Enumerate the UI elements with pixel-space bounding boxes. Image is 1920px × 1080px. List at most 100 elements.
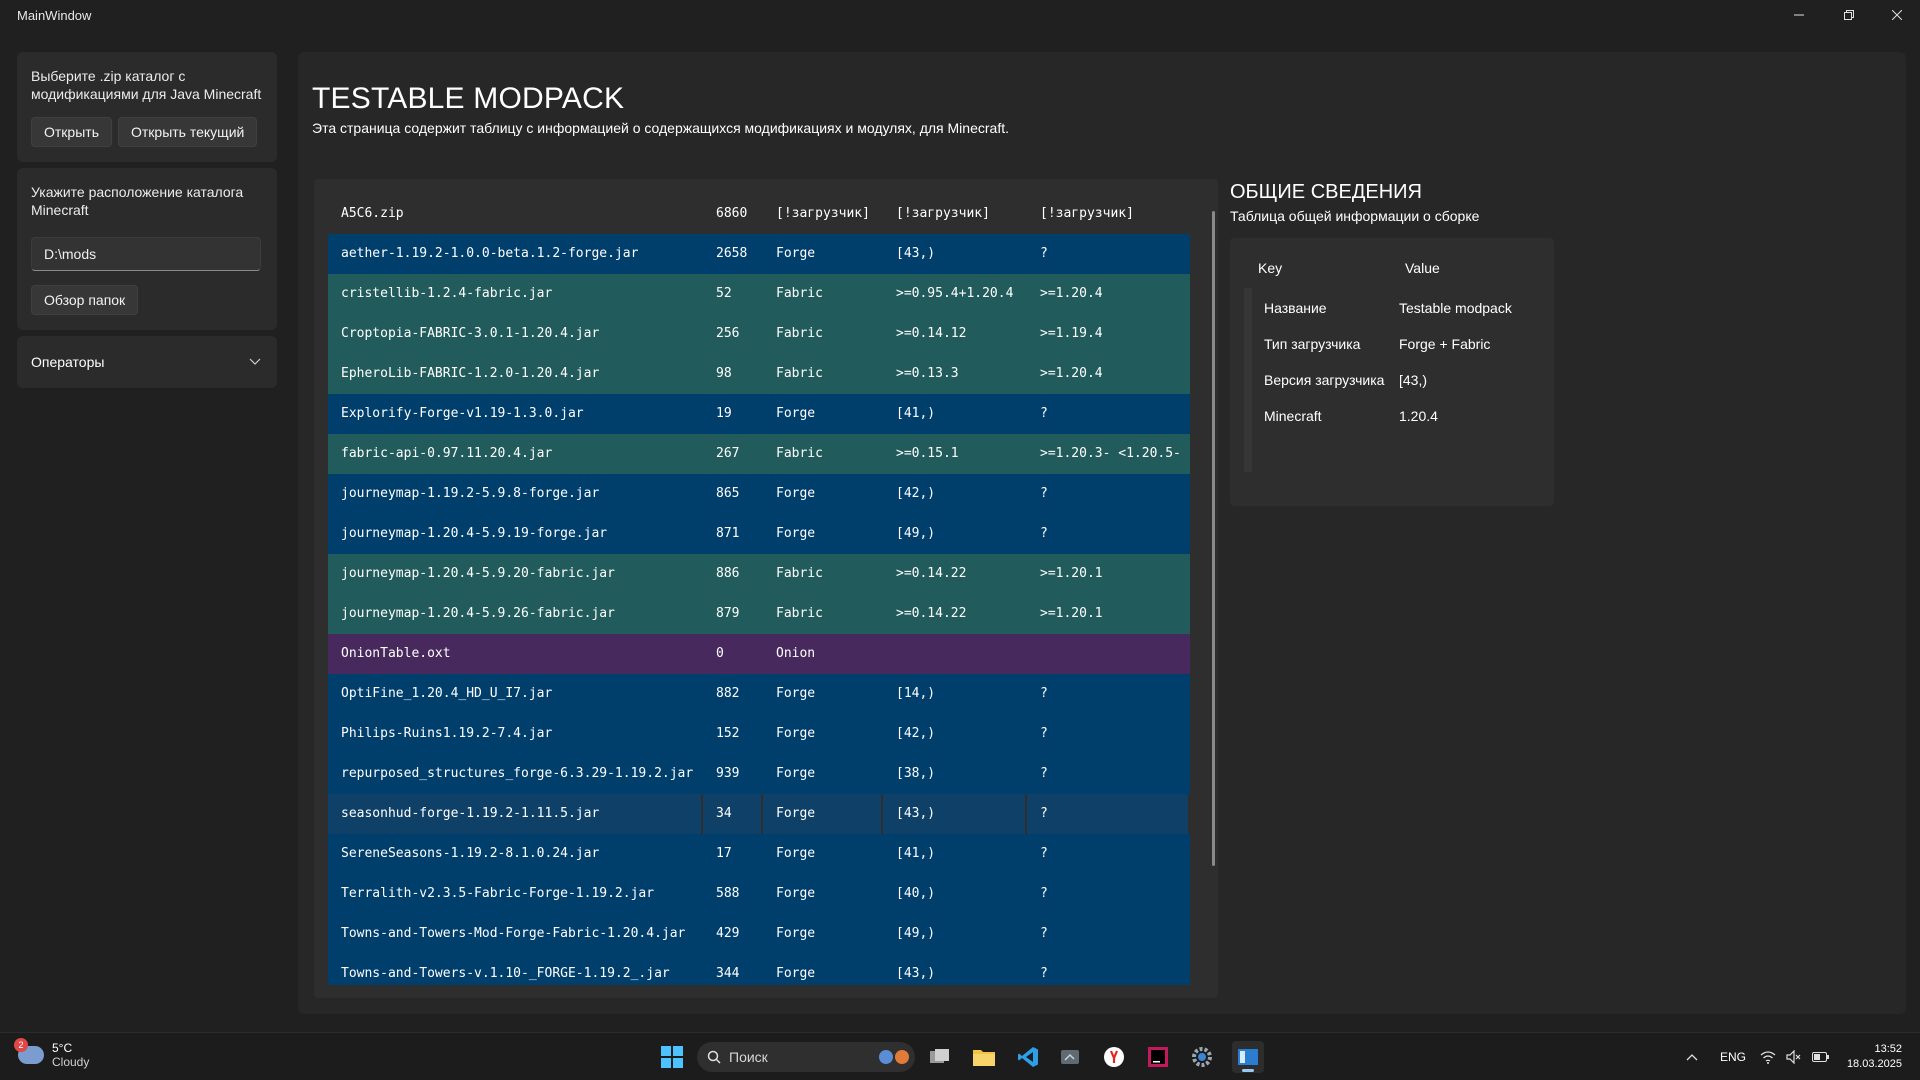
- table-row[interactable]: repurposed_structures_forge-6.3.29-1.19.…: [328, 754, 1190, 794]
- table-scrollbar[interactable]: [1212, 211, 1215, 866]
- cell-loader-version: [43,): [896, 246, 936, 261]
- close-icon: [1892, 10, 1902, 20]
- cell-loader: Forge: [776, 926, 816, 941]
- cell-minecraft-version: >=1.20.1: [1040, 566, 1103, 581]
- table-row[interactable]: Towns-and-Towers-Mod-Forge-Fabric-1.20.4…: [328, 914, 1190, 954]
- header-cell-archive: A5C6.zip: [341, 206, 404, 221]
- cell-size: 152: [716, 726, 740, 741]
- table-header-row: A5C6.zip 6860 [!загрузчик] [!загрузчик] …: [328, 194, 1190, 234]
- info-table: Key Value Название Testable modpack Тип за…: [1230, 238, 1554, 506]
- table-row[interactable]: Philips-Ruins1.19.2-7.4.jar 152 Forge [42,)…: [328, 714, 1190, 754]
- info-row[interactable]: [1244, 432, 1544, 472]
- table-row[interactable]: journeymap-1.19.2-5.9.8-forge.jar 865 Forg…: [328, 474, 1190, 514]
- open-current-button[interactable]: Открыть текущий: [117, 117, 258, 147]
- table-row[interactable]: aether-1.19.2-1.0.0-beta.1.2-forge.jar 26…: [328, 234, 1190, 274]
- search-icon: [707, 1050, 721, 1064]
- cell-size: 588: [716, 886, 740, 901]
- settings-button[interactable]: [1186, 1041, 1218, 1073]
- cell-loader: Forge: [776, 406, 816, 421]
- cell-minecraft-version: ?: [1040, 726, 1048, 741]
- table-row[interactable]: journeymap-1.20.4-5.9.26-fabric.jar 879 Fa…: [328, 594, 1190, 634]
- windows-icon: [661, 1046, 683, 1068]
- location-card: Укажите расположение каталога Minecraft …: [17, 168, 277, 330]
- taskbar-search[interactable]: Поиск: [697, 1042, 915, 1072]
- cell-size: 52: [716, 286, 732, 301]
- path-input[interactable]: [31, 237, 261, 271]
- open-button[interactable]: Открыть: [31, 117, 112, 147]
- restore-button[interactable]: [1826, 0, 1872, 30]
- info-row[interactable]: Название Testable modpack: [1244, 288, 1544, 328]
- table-row[interactable]: Croptopia-FABRIC-3.0.1-1.20.4.jar 256 Fabr…: [328, 314, 1190, 354]
- cell-minecraft-version: ?: [1040, 686, 1048, 701]
- yandex-icon: [1104, 1047, 1124, 1067]
- taskbar-clock[interactable]: 13:52 18.03.2025: [1838, 1042, 1902, 1072]
- info-key-header: Key: [1258, 260, 1283, 276]
- window-app-icon: [1238, 1049, 1258, 1065]
- rider-icon: [1148, 1047, 1168, 1067]
- cell-loader-version: [43,): [896, 966, 936, 981]
- cell-minecraft-version: >=1.20.1: [1040, 606, 1103, 621]
- table-row[interactable]: cristellib-1.2.4-fabric.jar 52 Fabric >=0.9…: [328, 274, 1190, 314]
- cell-minecraft-version: ?: [1040, 486, 1048, 501]
- table-row[interactable]: Explorify-Forge-v1.19-1.3.0.jar 19 Forge [4…: [328, 394, 1190, 434]
- table-row[interactable]: seasonhud-forge-1.19.2-1.11.5.jar 34 Forge…: [328, 794, 1190, 834]
- cell-size: 98: [716, 366, 732, 381]
- location-description: Укажите расположение каталога Minecraft: [31, 184, 244, 218]
- table-row[interactable]: Towns-and-Towers-v.1.10-_FORGE-1.19.2_.j…: [328, 954, 1190, 985]
- table-row[interactable]: OnionTable.oxt 0 Onion: [328, 634, 1190, 674]
- cell-minecraft-version: >=1.20.4: [1040, 366, 1103, 381]
- info-row[interactable]: Версия загрузчика [43,): [1244, 360, 1544, 400]
- table-row[interactable]: journeymap-1.20.4-5.9.19-forge.jar 871 For…: [328, 514, 1190, 554]
- cell-loader-version: >=0.15.1: [896, 446, 959, 461]
- mods-table[interactable]: A5C6.zip 6860 [!загрузчик] [!загрузчик] …: [328, 194, 1190, 985]
- cell-size: 2658: [716, 246, 748, 261]
- cell-size: 267: [716, 446, 740, 461]
- wifi-icon: [1760, 1051, 1776, 1064]
- start-button[interactable]: [656, 1041, 688, 1073]
- cloud-icon: 2: [14, 1038, 44, 1064]
- tray-overflow-button[interactable]: [1686, 1033, 1698, 1080]
- cell-loader: Forge: [776, 686, 816, 701]
- chevron-down-icon: [249, 358, 261, 365]
- table-row[interactable]: journeymap-1.20.4-5.9.20-fabric.jar 886 Fa…: [328, 554, 1190, 594]
- info-row[interactable]: Minecraft 1.20.4: [1244, 396, 1544, 436]
- cell-size: 0: [716, 646, 724, 661]
- task-view-button[interactable]: [924, 1041, 956, 1073]
- active-app-button[interactable]: [1232, 1041, 1264, 1073]
- yandex-browser-button[interactable]: [1098, 1041, 1130, 1073]
- active-indicator: [1242, 1069, 1254, 1072]
- system-tray-icons[interactable]: [1760, 1033, 1830, 1080]
- cell-loader: Forge: [776, 246, 816, 261]
- cell-file-name: EpheroLib-FABRIC-1.2.0-1.20.4.jar: [341, 366, 600, 381]
- cell-loader-version: [49,): [896, 526, 936, 541]
- weather-widget[interactable]: 2 5°C Cloudy: [14, 1038, 89, 1069]
- cell-size: 871: [716, 526, 740, 541]
- table-row[interactable]: SereneSeasons-1.19.2-8.1.0.24.jar 17 Forge…: [328, 834, 1190, 874]
- volume-muted-icon: [1786, 1050, 1801, 1064]
- file-explorer-button[interactable]: [968, 1041, 1000, 1073]
- cell-loader-version: [38,): [896, 766, 936, 781]
- cell-loader: Forge: [776, 526, 816, 541]
- table-row[interactable]: Terralith-v2.3.5-Fabric-Forge-1.19.2.jar…: [328, 874, 1190, 914]
- operators-expander[interactable]: Операторы: [17, 336, 277, 388]
- minimize-button[interactable]: [1776, 0, 1822, 30]
- browse-folders-button[interactable]: Обзор папок: [31, 285, 139, 315]
- cell-minecraft-version: >=1.19.4: [1040, 326, 1103, 341]
- vscode-button[interactable]: [1012, 1041, 1044, 1073]
- header-cell-minecraft: [!загрузчик]: [1040, 206, 1134, 221]
- info-row[interactable]: Тип загрузчика Forge + Fabric: [1244, 324, 1544, 364]
- cell-minecraft-version: ?: [1040, 406, 1048, 421]
- rider-button[interactable]: [1142, 1041, 1174, 1073]
- close-button[interactable]: [1874, 0, 1920, 30]
- cell-loader-version: [43,): [883, 794, 1027, 834]
- cell-minecraft-version: ?: [1040, 846, 1048, 861]
- tool-app-button[interactable]: [1054, 1041, 1086, 1073]
- language-indicator[interactable]: ENG: [1720, 1033, 1746, 1080]
- table-row[interactable]: OptiFine_1.20.4_HD_U_I7.jar 882 Forge [14,)…: [328, 674, 1190, 714]
- task-view-icon: [930, 1049, 949, 1063]
- cell-file-name: Philips-Ruins1.19.2-7.4.jar: [341, 726, 553, 741]
- cell-loader: Fabric: [776, 326, 823, 341]
- table-row[interactable]: fabric-api-0.97.11.20.4.jar 267 Fabric >=0.…: [328, 434, 1190, 474]
- table-row[interactable]: EpheroLib-FABRIC-1.2.0-1.20.4.jar 98 Fabri…: [328, 354, 1190, 394]
- cell-size: 879: [716, 606, 740, 621]
